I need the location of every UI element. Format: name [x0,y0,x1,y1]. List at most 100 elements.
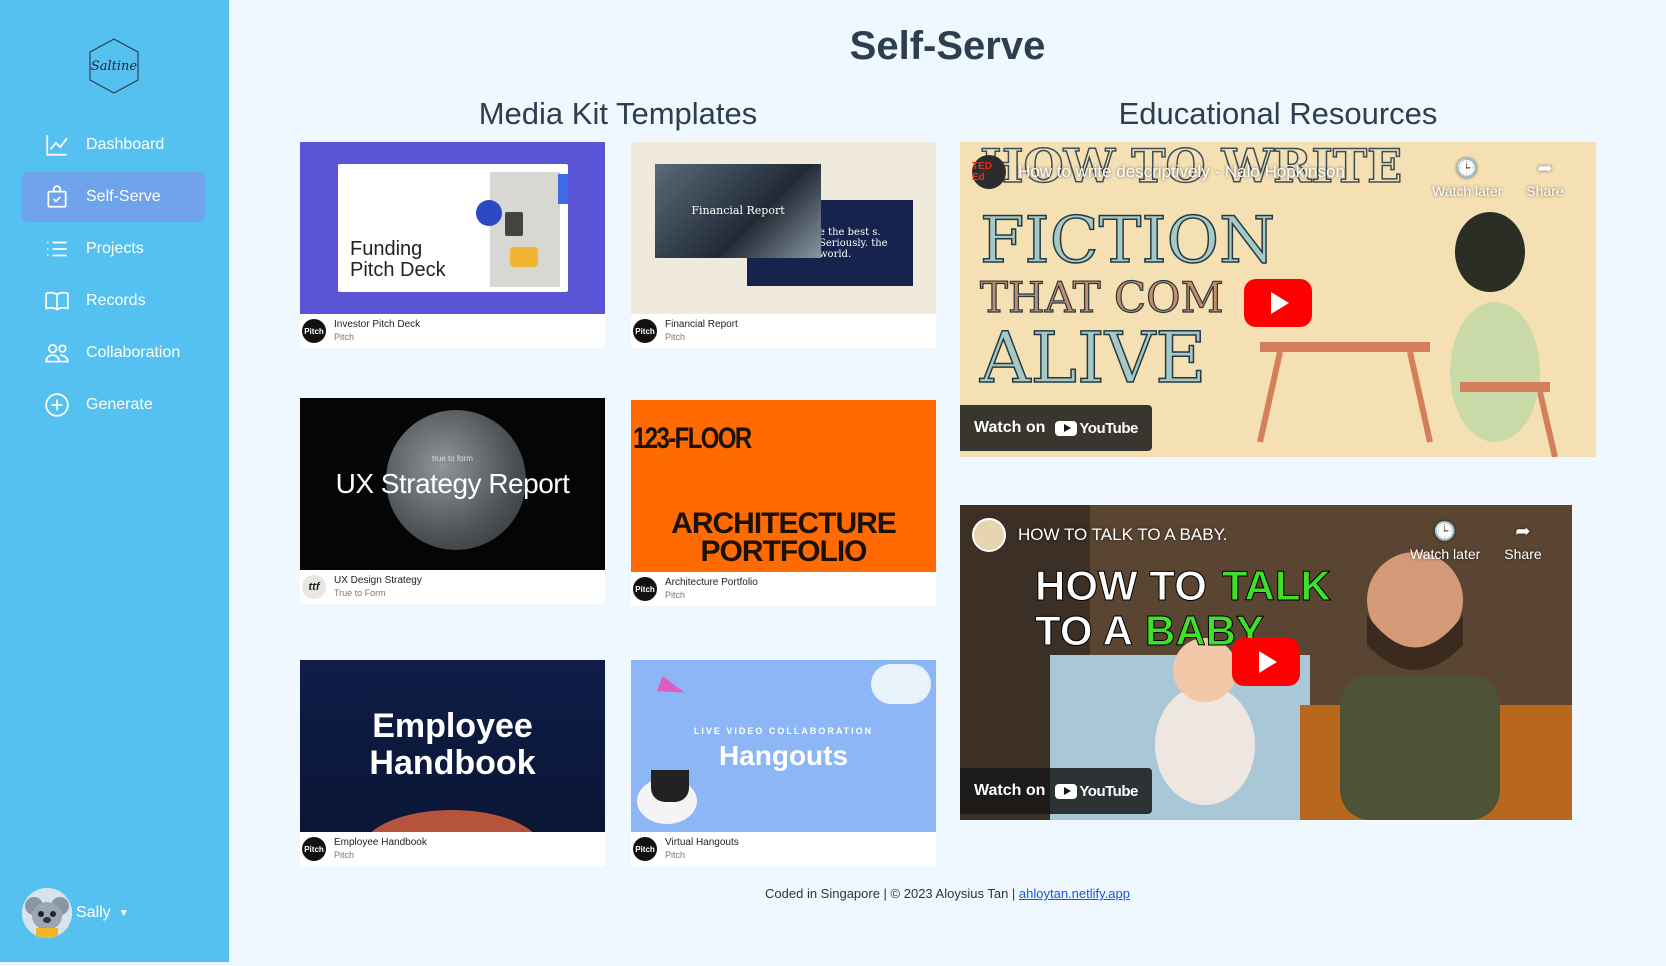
watch-on-youtube-button[interactable]: Watch on YouTube [960,768,1152,814]
thumb-title: UX Strategy Report [335,468,570,499]
sidebar-item-projects[interactable]: Projects [22,224,205,274]
sidebar-item-label: Self-Serve [86,188,161,205]
footer-text: Coded in Singapore | © 2023 Aloysius Tan… [765,886,1019,901]
sidebar: Saltine Dashboard Self-Serve Projects Re… [0,0,229,962]
template-card-virtual-hangouts[interactable]: LIVE VIDEO COLLABORATION Hangouts Pitch … [631,660,936,866]
footer-link[interactable]: ahloytan.netlify.app [1019,886,1130,901]
template-author: Pitch [665,850,686,860]
sidebar-item-generate[interactable]: Generate [22,380,205,430]
chart-line-icon [44,132,70,158]
thumb-title: Hangouts [718,740,849,771]
clock-icon: 🕒 [1433,521,1457,541]
watch-on-youtube-button[interactable]: Watch on YouTube [960,405,1152,451]
template-card-employee-handbook[interactable]: Employee Handbook Pitch Employee Handboo… [300,660,605,866]
template-thumbnail: Funding Pitch Deck [300,142,605,314]
youtube-label: YouTube [1079,419,1138,437]
thumb-subtitle: 123-FLOOR [633,422,752,455]
sidebar-item-dashboard[interactable]: Dashboard [22,120,205,170]
template-name: Employee Handbook [334,837,427,848]
clock-icon: 🕒 [1455,158,1479,178]
thumb-subtitle: LIVE VIDEO COLLABORATION [693,726,874,736]
pitch-badge-icon: Pitch [302,319,326,343]
book-icon [44,288,70,314]
template-name: Financial Report [665,319,738,330]
pitch-badge-icon: Pitch [633,577,657,601]
template-name: UX Design Strategy [334,575,422,586]
thumb-title: ARCHITECTURE PORTFOLIO [671,507,897,568]
video-actions: 🕒 Watch later ➦ Share [1410,521,1542,562]
channel-avatar[interactable]: TED Ed [972,155,1006,189]
play-button[interactable] [1244,279,1312,327]
thumb-title: Funding Pitch Deck [350,238,446,281]
channel-avatar[interactable] [972,518,1006,552]
template-card-architecture-portfolio[interactable]: 123-FLOOR ARCHITECTURE PORTFOLIO Pitch A… [631,400,936,606]
play-button[interactable] [1232,638,1300,686]
template-meta: Pitch Architecture Portfolio Pitch [631,572,936,606]
template-author: True to Form [334,588,386,598]
thumb-subtitle: e the best s. Seriously. the world. [819,227,888,260]
template-thumbnail: Employee Handbook [300,660,605,832]
template-meta: Pitch Investor Pitch Deck Pitch [300,314,605,348]
template-card-ux-design-strategy[interactable]: true to form UX Strategy Report ttf UX D… [300,398,605,604]
watch-later-label: Watch later [1432,183,1503,199]
video-art-text: ALIVE [979,317,1206,399]
template-meta: ttf UX Design Strategy True to Form [300,570,605,604]
share-label: Share [1526,183,1564,199]
media-kit-title: Media Kit Templates [478,96,758,131]
video-art-text: HOW TO [1035,562,1207,609]
user-menu[interactable]: Sally ▼ [22,888,129,938]
video-title[interactable]: HOW TO TALK TO A BABY. [1018,525,1227,545]
template-card-financial-report[interactable]: e the best s. Seriously. the world. Fina… [631,142,936,348]
watch-later-button[interactable]: 🕒 Watch later [1432,158,1502,199]
pitch-badge-icon: Pitch [633,837,657,861]
share-icon: ➦ [1537,158,1553,178]
people-icon [44,340,70,366]
video-art-text: TALK [1222,562,1331,609]
thumb-subtitle: true to form [432,454,473,463]
svg-text:Saltine: Saltine [91,59,138,74]
youtube-label: YouTube [1079,782,1138,800]
video-art-text: THAT COM [980,273,1224,322]
template-thumbnail: e the best s. Seriously. the world. Fina… [631,142,936,314]
sidebar-item-self-serve[interactable]: Self-Serve [22,172,205,222]
watch-on-label: Watch on [974,782,1046,799]
footer: Coded in Singapore | © 2023 Aloysius Tan… [229,886,1666,901]
sidebar-item-label: Collaboration [86,344,181,361]
youtube-logo-icon: YouTube [1055,419,1138,437]
avatar [22,888,72,938]
sidebar-item-label: Generate [86,396,153,413]
thumb-title: Financial Report [691,204,785,217]
sidebar-item-collaboration[interactable]: Collaboration [22,328,205,378]
template-thumbnail: LIVE VIDEO COLLABORATION Hangouts [631,660,936,832]
thumb-title: Employee Handbook [369,707,536,782]
template-name: Architecture Portfolio [665,577,758,588]
pitch-badge-icon: Pitch [302,837,326,861]
pitch-badge-icon: Pitch [633,319,657,343]
share-icon: ➦ [1515,521,1531,541]
template-meta: Pitch Virtual Hangouts Pitch [631,832,936,866]
template-meta: Pitch Employee Handbook Pitch [300,832,605,866]
template-thumbnail: true to form UX Strategy Report [300,398,605,570]
share-button[interactable]: ➦ Share [1504,521,1541,562]
video-embed-talk-to-baby[interactable]: HOW TO TALK TO A BABY HOW TO TALK TO A B… [960,505,1572,820]
chevron-down-icon: ▼ [118,907,129,919]
share-button[interactable]: ➦ Share [1526,158,1563,199]
template-card-investor-pitch-deck[interactable]: Funding Pitch Deck Pitch Investor Pitch … [300,142,605,348]
shopping-bag-icon [44,184,70,210]
user-name: Sally [76,904,111,921]
watch-later-button[interactable]: 🕒 Watch later [1410,521,1480,562]
video-actions: 🕒 Watch later ➦ Share [1432,158,1564,199]
sidebar-nav: Dashboard Self-Serve Projects Records Co… [22,120,205,432]
watch-on-label: Watch on [974,419,1046,436]
ttf-badge-icon: ttf [302,575,326,599]
video-embed-ted-ed[interactable]: HOW TO WRITE FICTION THAT COM ALIVE TED … [960,142,1596,457]
template-thumbnail: 123-FLOOR ARCHITECTURE PORTFOLIO [631,400,936,572]
watch-later-label: Watch later [1410,546,1481,562]
video-title[interactable]: How to write descriptively - Nalo Hopkin… [1018,162,1345,182]
saltine-logo[interactable]: Saltine [84,36,144,96]
template-author: Pitch [665,590,686,600]
video-art-text: TO A [1035,607,1133,654]
template-author: Pitch [334,332,355,342]
sidebar-item-records[interactable]: Records [22,276,205,326]
plus-circle-icon [44,392,70,418]
